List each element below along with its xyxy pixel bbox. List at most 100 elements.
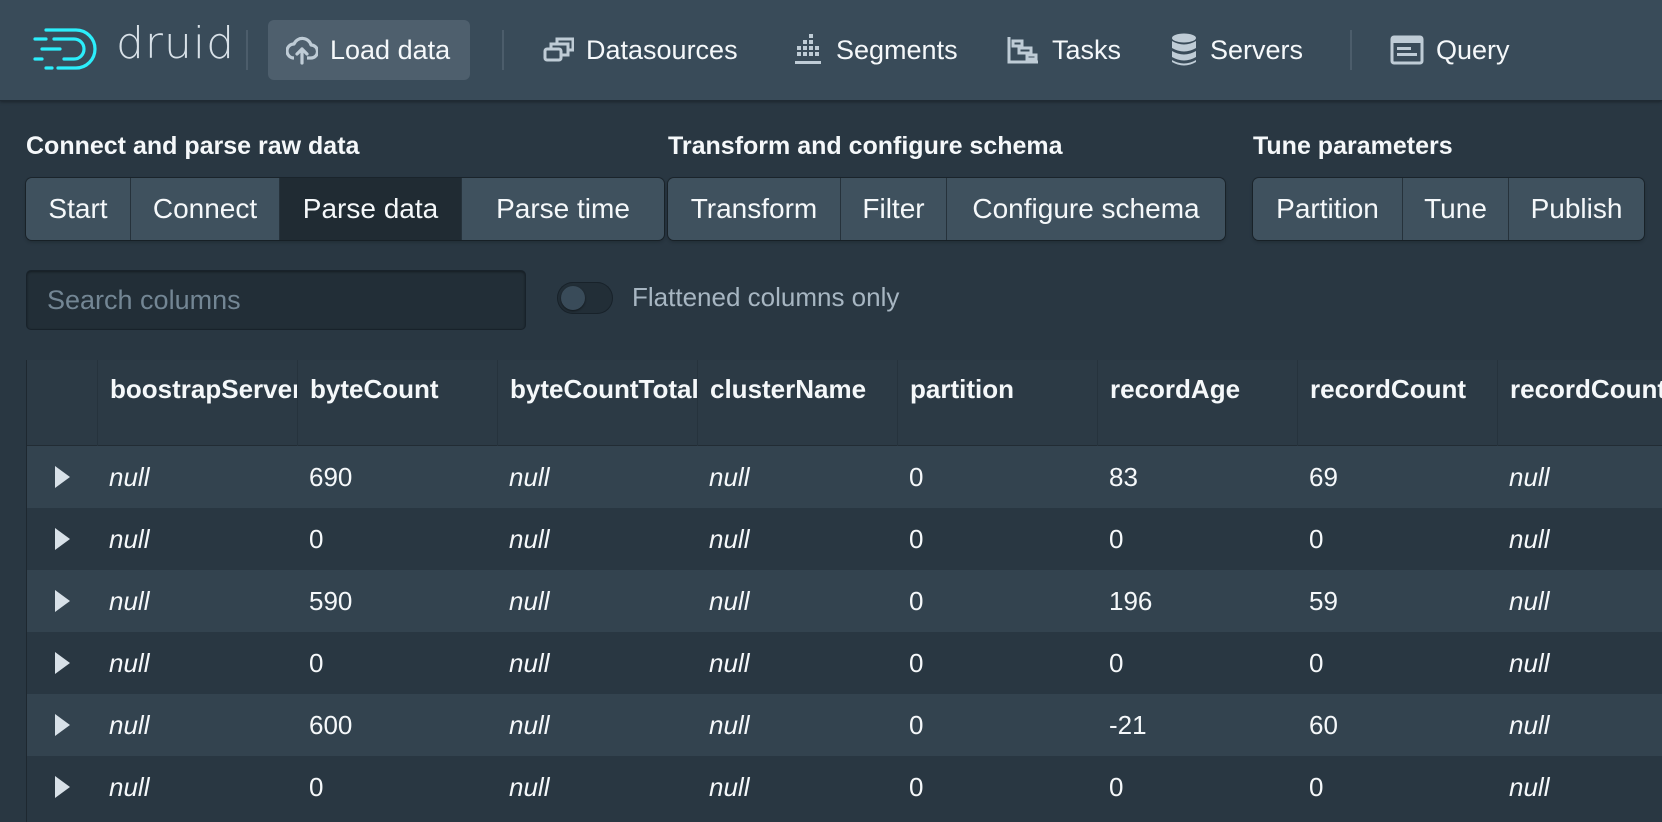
table-cell: 0 bbox=[909, 524, 924, 554]
step-configure-schema[interactable]: Configure schema bbox=[947, 178, 1225, 240]
table-cell: null bbox=[709, 772, 750, 802]
step-publish[interactable]: Publish bbox=[1509, 178, 1644, 240]
cloud-upload-icon bbox=[286, 36, 318, 65]
table-cell: null bbox=[109, 648, 150, 678]
table-cell: 69 bbox=[1309, 462, 1338, 492]
step-parse-time[interactable]: Parse time bbox=[462, 178, 664, 240]
nav-servers[interactable]: Servers bbox=[1152, 20, 1323, 80]
table-cell: null bbox=[509, 462, 550, 492]
table-row[interactable]: null 0 null null 0 0 0 null bbox=[27, 632, 1662, 694]
step-partition[interactable]: Partition bbox=[1253, 178, 1403, 240]
table-cell: null bbox=[109, 772, 150, 802]
expand-row-caret-icon[interactable] bbox=[55, 776, 70, 798]
table-row[interactable]: null 0 null null 0 0 0 null bbox=[27, 756, 1662, 818]
top-navbar: druid Load data Datasources Segments Tas… bbox=[0, 0, 1662, 101]
table-row[interactable]: null 590 null null 0 196 59 null bbox=[27, 570, 1662, 632]
column-header[interactable]: recordCount bbox=[1297, 360, 1497, 446]
step-group-transform: Transform Filter Configure schema bbox=[668, 178, 1225, 240]
table-cell: 0 bbox=[309, 772, 324, 802]
table-cell: 196 bbox=[1109, 586, 1153, 616]
table-cell: null bbox=[109, 524, 150, 554]
table-row[interactable]: null 0 null null 0 0 0 null bbox=[27, 508, 1662, 570]
step-transform[interactable]: Transform bbox=[668, 178, 841, 240]
database-icon bbox=[1172, 33, 1196, 66]
table-cell: null bbox=[709, 462, 750, 492]
table-cell: null bbox=[509, 586, 550, 616]
step-parse-data[interactable]: Parse data bbox=[280, 178, 462, 240]
table-cell: null bbox=[1509, 648, 1550, 678]
table-row[interactable]: null 690 null null 0 83 69 null bbox=[27, 446, 1662, 508]
expand-row-caret-icon[interactable] bbox=[55, 466, 70, 488]
column-header[interactable]: clusterName bbox=[697, 360, 897, 446]
druid-logo-icon[interactable] bbox=[32, 24, 102, 74]
nav-divider bbox=[1350, 30, 1352, 70]
toggle-knob bbox=[561, 286, 585, 310]
table-cell: 0 bbox=[909, 772, 924, 802]
search-columns-input[interactable] bbox=[26, 270, 526, 330]
expand-row-caret-icon[interactable] bbox=[55, 714, 70, 736]
table-cell: null bbox=[509, 648, 550, 678]
step-filter[interactable]: Filter bbox=[841, 178, 947, 240]
column-header[interactable]: partition bbox=[897, 360, 1097, 446]
expander-header-cell bbox=[27, 360, 97, 446]
table-cell: null bbox=[1509, 586, 1550, 616]
column-header[interactable]: recordAge bbox=[1097, 360, 1297, 446]
nav-label: Servers bbox=[1210, 34, 1304, 65]
table-cell: null bbox=[109, 586, 150, 616]
table-cell: 0 bbox=[1309, 772, 1324, 802]
nav-label: Query bbox=[1436, 34, 1510, 65]
table-cell: 0 bbox=[909, 462, 924, 492]
table-cell: null bbox=[1509, 524, 1550, 554]
nav-tasks[interactable]: Tasks bbox=[988, 20, 1141, 80]
table-cell: 0 bbox=[1309, 524, 1324, 554]
application-icon bbox=[1390, 35, 1424, 65]
table-cell: 83 bbox=[1109, 462, 1138, 492]
table-cell: null bbox=[109, 710, 150, 740]
table-cell: 59 bbox=[1309, 586, 1338, 616]
nav-query[interactable]: Query bbox=[1372, 20, 1530, 80]
table-cell: 0 bbox=[1109, 648, 1124, 678]
table-header: boostrapServers byteCount byteCountTotal… bbox=[27, 360, 1662, 446]
table-cell: null bbox=[1509, 710, 1550, 740]
flattened-columns-toggle[interactable] bbox=[557, 282, 613, 314]
table-cell: null bbox=[709, 648, 750, 678]
section-title-connect: Connect and parse raw data bbox=[26, 132, 360, 160]
table-cell: -21 bbox=[1109, 710, 1147, 740]
segments-icon bbox=[795, 34, 821, 64]
table-cell: 590 bbox=[309, 586, 353, 616]
tasks-icon bbox=[1007, 37, 1038, 64]
table-row[interactable]: null 600 null null 0 -21 60 null bbox=[27, 694, 1662, 756]
table-cell: 0 bbox=[909, 710, 924, 740]
expand-row-caret-icon[interactable] bbox=[55, 528, 70, 550]
table-cell: 0 bbox=[909, 586, 924, 616]
column-header[interactable]: byteCountTotal bbox=[497, 360, 697, 446]
expand-row-caret-icon[interactable] bbox=[55, 590, 70, 612]
app-name[interactable]: druid bbox=[116, 18, 235, 69]
nav-datasources[interactable]: Datasources bbox=[524, 20, 758, 80]
table-cell: null bbox=[1509, 772, 1550, 802]
parse-data-table: boostrapServers byteCount byteCountTotal… bbox=[26, 360, 1662, 822]
nav-divider bbox=[246, 30, 248, 70]
table-cell: 0 bbox=[909, 648, 924, 678]
table-cell: null bbox=[509, 710, 550, 740]
step-tune[interactable]: Tune bbox=[1403, 178, 1509, 240]
table-cell: 0 bbox=[1309, 648, 1324, 678]
nav-label: Load data bbox=[330, 34, 451, 65]
expand-row-caret-icon[interactable] bbox=[55, 652, 70, 674]
step-group-tune: Partition Tune Publish bbox=[1253, 178, 1644, 240]
step-connect[interactable]: Connect bbox=[131, 178, 280, 240]
column-header[interactable]: byteCount bbox=[297, 360, 497, 446]
nav-segments[interactable]: Segments bbox=[774, 20, 978, 80]
nav-label: Datasources bbox=[586, 34, 738, 65]
table-cell: 690 bbox=[309, 462, 353, 492]
nav-divider bbox=[502, 30, 504, 70]
column-header[interactable]: recordCountTotal bbox=[1497, 360, 1662, 446]
table-cell: null bbox=[509, 772, 550, 802]
flattened-columns-label: Flattened columns only bbox=[632, 282, 900, 312]
table-cell: null bbox=[709, 586, 750, 616]
table-cell: 0 bbox=[1109, 772, 1124, 802]
nav-load-data[interactable]: Load data bbox=[268, 20, 471, 80]
nav-label: Tasks bbox=[1052, 34, 1122, 65]
column-header[interactable]: boostrapServers bbox=[97, 360, 297, 446]
step-start[interactable]: Start bbox=[26, 178, 131, 240]
